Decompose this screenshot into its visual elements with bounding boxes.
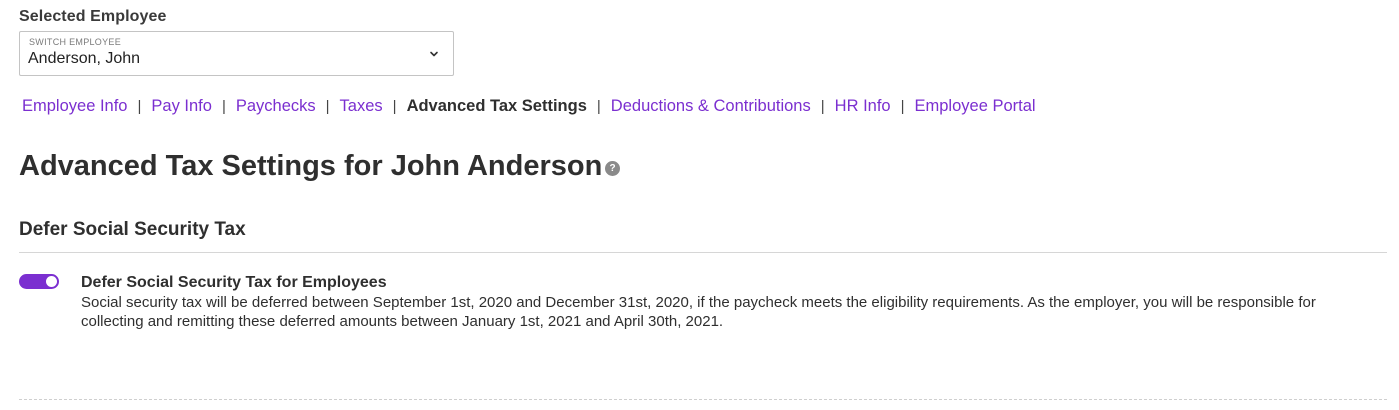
nav-separator: | (820, 98, 825, 115)
chevron-down-icon (430, 51, 438, 57)
defer-ss-tax-toggle[interactable] (19, 274, 59, 289)
selected-employee-heading: Selected Employee (19, 8, 167, 25)
nav-separator: | (137, 98, 142, 115)
nav-separator: | (596, 98, 601, 115)
nav-separator: | (325, 98, 330, 115)
tab-deductions-contributions[interactable]: Deductions & Contributions (611, 97, 811, 116)
switch-employee-select[interactable]: SWITCH EMPLOYEE Anderson, John (19, 31, 454, 76)
section-divider (19, 252, 1387, 253)
toggle-knob (46, 276, 57, 287)
tab-hr-info[interactable]: HR Info (835, 97, 891, 116)
page-title: Advanced Tax Settings for John Anderson (19, 150, 603, 182)
nav-separator: | (900, 98, 905, 115)
tab-advanced-tax-settings: Advanced Tax Settings (406, 97, 587, 115)
bottom-divider (19, 399, 1387, 400)
tab-pay-info[interactable]: Pay Info (151, 97, 212, 116)
tab-paychecks[interactable]: Paychecks (236, 97, 316, 116)
setting-description: Social security tax will be deferred bet… (81, 294, 1316, 330)
switch-employee-caption: SWITCH EMPLOYEE (29, 37, 122, 47)
tab-employee-portal[interactable]: Employee Portal (915, 97, 1036, 116)
nav-separator: | (392, 98, 397, 115)
tab-employee-info[interactable]: Employee Info (22, 97, 127, 116)
help-icon[interactable]: ? (605, 161, 620, 176)
section-title: Defer Social Security Tax (19, 219, 246, 240)
page: Selected Employee SWITCH EMPLOYEE Anders… (0, 0, 1399, 410)
tab-taxes[interactable]: Taxes (340, 97, 383, 116)
switch-employee-value: Anderson, John (28, 50, 141, 67)
setting-title: Defer Social Security Tax for Employees (81, 274, 387, 291)
employee-tabs-nav: Employee Info | Pay Info | Paychecks | T… (22, 97, 1036, 116)
nav-separator: | (221, 98, 226, 115)
